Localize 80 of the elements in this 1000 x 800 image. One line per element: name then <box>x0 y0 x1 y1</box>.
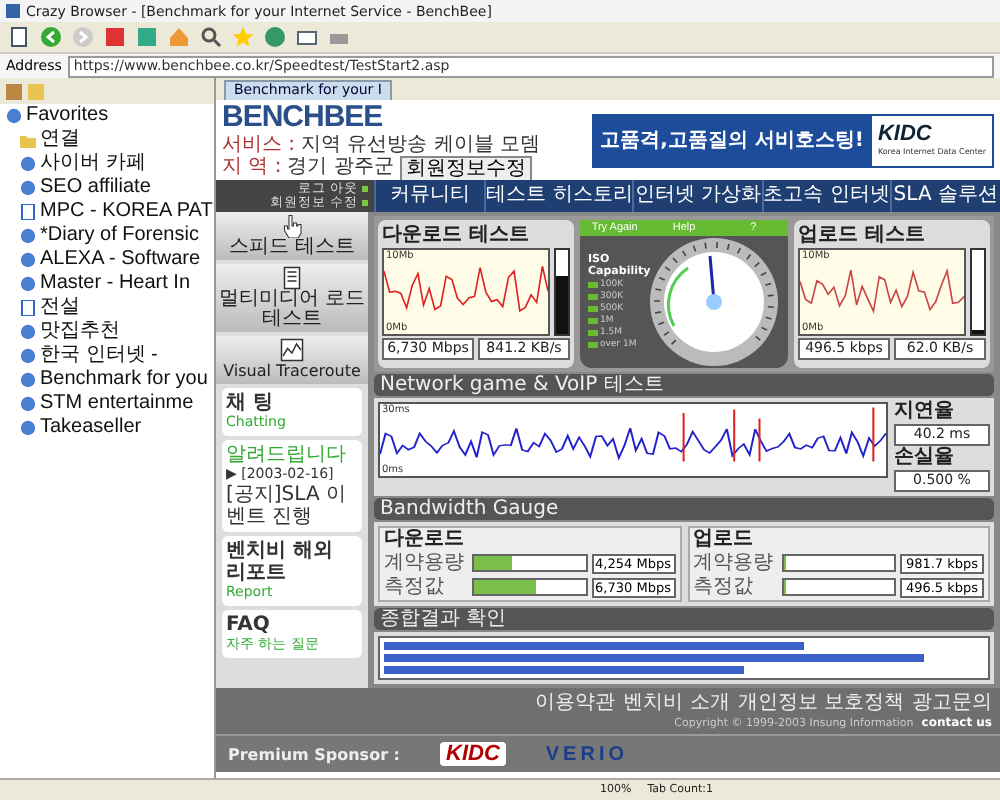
service-label: 서비스 : <box>222 133 296 155</box>
favorite-item[interactable]: 연결 <box>40 128 80 152</box>
forward-icon[interactable] <box>72 26 94 48</box>
edit-profile-button[interactable]: 회원정보수정 <box>399 155 532 181</box>
stop-icon[interactable] <box>104 26 126 48</box>
footer-link[interactable]: 개인정보 보호정책 <box>737 692 904 714</box>
star-icon[interactable] <box>232 26 254 48</box>
favorite-item[interactable]: 맛집추천 <box>40 320 120 344</box>
favorite-item[interactable]: *Diary of Forensic <box>40 224 199 248</box>
footer-link[interactable]: 벤치비 소개 <box>623 692 730 714</box>
globe-icon <box>6 108 22 124</box>
gauge-label: 계약용량 <box>384 552 466 574</box>
favorite-item[interactable]: MPC - KOREA PAT <box>40 200 213 224</box>
service-value: 지역 유선방송 케이블 모뎀 <box>301 133 541 155</box>
gauge-label: 측정값 <box>693 576 755 598</box>
sponsor-label: Premium Sponsor : <box>228 745 400 763</box>
favorite-item[interactable]: 사이버 카페 <box>40 152 146 176</box>
card-title: 벤치비 해외 리포트 <box>226 540 335 584</box>
document-icon <box>280 266 304 290</box>
hand-cursor-icon <box>280 214 304 238</box>
favorite-item[interactable]: 한국 인터넷 - <box>40 344 158 368</box>
favorite-item[interactable]: ALEXA - Software <box>40 248 201 272</box>
favorites-title: Favorites <box>26 104 109 128</box>
new-page-icon[interactable] <box>8 26 30 48</box>
footer-link[interactable]: 이용약관 <box>535 692 616 714</box>
favorite-item[interactable]: SEO affiliate <box>40 176 151 200</box>
result-textarea[interactable] <box>378 636 990 680</box>
legend-swatch <box>588 318 598 324</box>
panel-title: 다운로드 테스트 <box>382 224 531 246</box>
banner-text: 고품격,고품질의 서비호스팅! <box>598 128 866 154</box>
sponsor-logo: KIDC <box>877 124 934 146</box>
chart-icon <box>280 338 304 362</box>
page-icon <box>20 300 36 316</box>
section-header: Bandwidth Gauge <box>374 498 994 520</box>
footer-link[interactable]: 광고문의 <box>912 692 992 714</box>
card-title: 알려드립니다 <box>226 444 348 466</box>
legend-swatch <box>588 282 598 288</box>
favorite-item[interactable]: 전설 <box>40 296 80 320</box>
search-icon[interactable] <box>200 26 222 48</box>
section-header: 종합결과 확인 <box>374 608 994 630</box>
favorite-item[interactable]: STM entertainme <box>40 392 194 416</box>
side-menu-item[interactable]: 멀티미디어 로드 테스트 <box>216 264 368 332</box>
speed-dial <box>648 236 780 368</box>
app-icon <box>6 4 20 18</box>
bullet-icon <box>362 186 368 192</box>
notice-link[interactable]: [공지]SLA 이벤트 진행 <box>226 484 358 528</box>
level-meter <box>970 248 986 336</box>
bandwidth-bar <box>472 554 587 572</box>
group-title: 다운로드 <box>384 530 466 550</box>
back-icon[interactable] <box>40 26 62 48</box>
panel-title: 업로드 테스트 <box>798 224 927 246</box>
home-icon[interactable] <box>168 26 190 48</box>
latency-label: 지연율 <box>894 402 956 422</box>
folder-icon <box>20 132 36 148</box>
legend-swatch <box>588 342 598 348</box>
section-header: Network game & VoIP 테스트 <box>374 374 994 396</box>
page-icon <box>20 204 36 220</box>
level-meter <box>554 248 570 336</box>
bandwidth-bar <box>472 578 587 596</box>
side-menu-item[interactable]: 스피드 테스트 <box>216 212 368 260</box>
region-label: 지 역 : <box>222 155 282 181</box>
card-title: 채 팅 <box>226 392 275 414</box>
site-logo[interactable]: BENCHBEE <box>222 99 541 133</box>
side-menu-item[interactable]: Visual Traceroute <box>216 336 368 384</box>
card-title: FAQ <box>226 614 272 636</box>
group-title: 업로드 <box>693 530 755 550</box>
legend-swatch <box>588 330 598 336</box>
sponsor-logo[interactable]: KIDC <box>440 742 506 766</box>
favorite-item[interactable]: Takeaseller <box>40 416 142 440</box>
favorite-item[interactable]: Benchmark for you <box>40 368 208 392</box>
gauge-label: 계약용량 <box>693 552 775 574</box>
bandwidth-bar <box>781 554 896 572</box>
gauge-label: 측정값 <box>384 576 446 598</box>
bandwidth-bar <box>781 578 896 596</box>
legend-swatch <box>588 306 598 312</box>
region-value: 경기 광주군 <box>287 155 394 181</box>
legend-swatch <box>588 294 598 300</box>
favorite-item[interactable]: Master - Heart In <box>40 272 191 296</box>
bullet-icon <box>362 200 368 206</box>
loss-label: 손실율 <box>894 448 956 468</box>
